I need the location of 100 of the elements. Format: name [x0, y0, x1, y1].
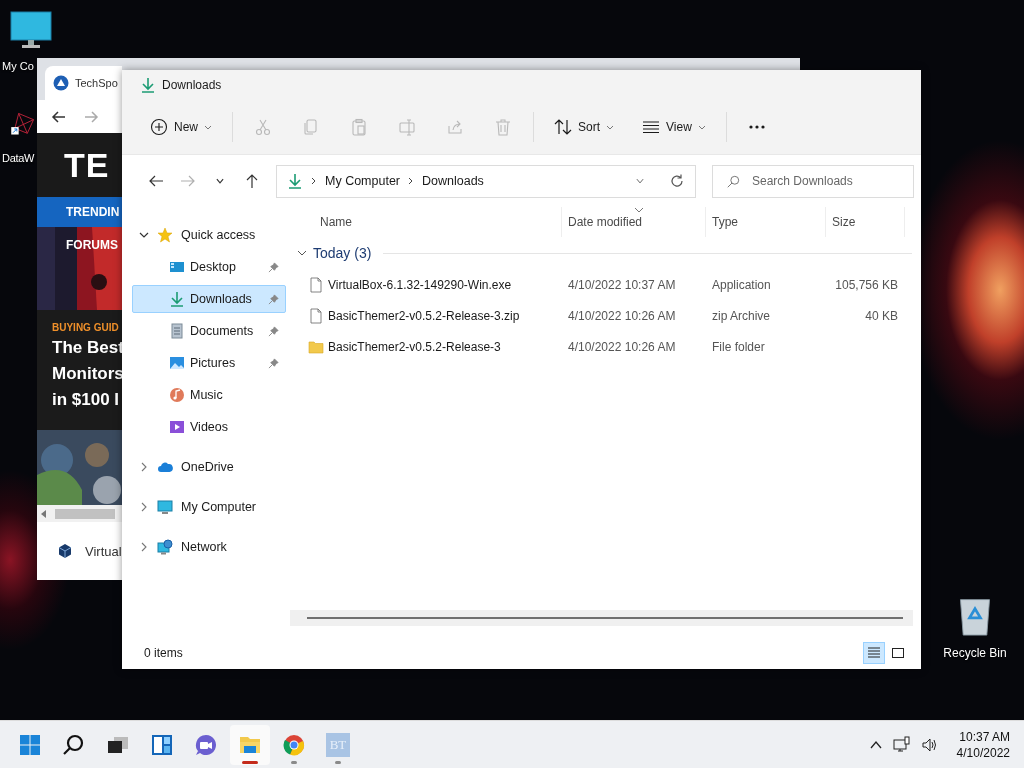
- windows-logo-icon: [18, 732, 42, 757]
- download-item[interactable]: Virtual: [85, 543, 122, 559]
- desktop-icon-label[interactable]: My Co: [2, 60, 34, 72]
- chevron-icon[interactable]: [297, 248, 307, 258]
- date-cell: 4/10/2022 10:37 AM: [568, 277, 676, 292]
- back-icon[interactable]: [51, 108, 67, 125]
- caret-icon: [204, 124, 212, 130]
- desktop-icon-label[interactable]: Recycle Bin: [943, 646, 1007, 660]
- details-view-button[interactable]: [863, 641, 885, 664]
- pin-icon[interactable]: [268, 325, 279, 337]
- sidebar-item[interactable]: Documents: [132, 317, 286, 345]
- chevron-icon[interactable]: [139, 230, 149, 240]
- horizontal-scrollbar[interactable]: [37, 505, 122, 522]
- caret-icon: [215, 176, 225, 186]
- site-logo[interactable]: TE: [37, 133, 122, 197]
- search-icon: [62, 732, 86, 757]
- sidebar-item[interactable]: Downloads: [132, 285, 286, 313]
- new-button[interactable]: New: [142, 109, 220, 145]
- widgets-icon: [150, 732, 174, 757]
- back-arrow-icon: [148, 173, 164, 189]
- search-field[interactable]: Search Downloads: [712, 164, 914, 198]
- browser-tab[interactable]: TechSpo: [45, 66, 122, 100]
- sidebar-item[interactable]: Desktop: [132, 253, 286, 281]
- video-icon: [169, 419, 185, 435]
- file-name[interactable]: BasicThemer2-v0.5.2-Release-3.zip: [328, 308, 520, 323]
- size-cell: 40 KB: [865, 308, 898, 323]
- sidebar-item[interactable]: Pictures: [132, 349, 286, 377]
- view-button[interactable]: View: [634, 109, 714, 145]
- monitor-icon: [157, 499, 173, 515]
- download-icon: [287, 173, 303, 189]
- file-name[interactable]: VirtualBox-6.1.32-149290-Win.exe: [328, 277, 512, 292]
- caret-icon: [606, 124, 615, 130]
- pin-icon[interactable]: [268, 357, 279, 369]
- download-icon: [140, 77, 156, 93]
- date-cell: 4/10/2022 10:26 AM: [568, 308, 676, 323]
- breadcrumb-item[interactable]: Downloads: [422, 174, 484, 188]
- desktop-icon: [169, 259, 185, 275]
- type-cell: File folder: [712, 339, 765, 354]
- site-nav-link[interactable]: TRENDIN: [66, 205, 120, 219]
- size-cell: 105,756 KB: [835, 277, 898, 292]
- clock[interactable]: 10:37 AM 4/10/2022: [956, 728, 1010, 761]
- running-indicator: [291, 760, 297, 764]
- file-icon: [308, 276, 324, 293]
- status-text: 0 items: [144, 645, 183, 660]
- site-logo-icon: [53, 75, 69, 91]
- up-arrow-icon: [244, 173, 260, 189]
- type-cell: zip Archive: [712, 308, 771, 323]
- video-chat-icon: [194, 732, 218, 757]
- date-cell: 4/10/2022 10:26 AM: [568, 339, 676, 354]
- address-bar[interactable]: My Computer Downloads: [276, 164, 696, 198]
- cube-icon: [57, 543, 73, 559]
- file-icon: [308, 307, 324, 324]
- folder-app-button[interactable]: [230, 724, 270, 765]
- search-icon: [726, 174, 740, 189]
- sort-caret-icon: [634, 207, 644, 213]
- tiles-icon: [891, 645, 905, 660]
- window-title: Downloads: [162, 78, 222, 92]
- network-icon[interactable]: [892, 735, 911, 754]
- monitor-icon[interactable]: [10, 10, 52, 50]
- sidebar-item[interactable]: Network: [132, 533, 286, 561]
- site-nav-link[interactable]: FORUMS: [66, 238, 118, 252]
- chevron-icon: [311, 177, 317, 185]
- details-icon: [867, 645, 881, 660]
- group-header[interactable]: Today (3): [313, 245, 372, 261]
- refresh-icon[interactable]: [669, 173, 685, 189]
- column-header[interactable]: Type: [706, 207, 826, 237]
- file-name[interactable]: BasicThemer2-v0.5.2-Release-3: [328, 339, 501, 354]
- sidebar-item[interactable]: My Computer: [132, 493, 286, 521]
- sidebar-item[interactable]: OneDrive: [132, 453, 286, 481]
- caret-icon: [697, 124, 706, 130]
- sidebar-item[interactable]: Quick access: [132, 221, 286, 249]
- desktop-icon-label[interactable]: DataW: [2, 152, 35, 164]
- article-category[interactable]: BUYING GUID: [52, 322, 122, 333]
- sort-button[interactable]: Sort: [546, 109, 623, 145]
- browser-logo-icon: [282, 732, 306, 757]
- type-cell: Application: [712, 277, 771, 292]
- pin-icon[interactable]: [268, 293, 279, 305]
- folder-icon: [308, 338, 324, 355]
- column-header[interactable]: Date modified: [562, 207, 706, 237]
- column-header[interactable]: Size: [826, 207, 905, 237]
- forward-icon[interactable]: [83, 108, 99, 125]
- dropdown-icon[interactable]: [635, 176, 645, 186]
- forward-arrow-icon: [180, 173, 196, 189]
- column-header[interactable]: Name: [290, 207, 562, 237]
- horizontal-scrollbar[interactable]: [290, 610, 913, 626]
- sidebar-item[interactable]: Videos: [132, 413, 286, 441]
- running-indicator: [242, 760, 258, 764]
- breadcrumb-item[interactable]: My Computer: [325, 174, 401, 188]
- pin-icon[interactable]: [268, 261, 279, 273]
- download-icon: [169, 291, 185, 307]
- chevron-icon: [408, 177, 415, 185]
- sidebar-item[interactable]: Music: [132, 381, 286, 409]
- article-headline[interactable]: The Best Monitors in $100 I: [52, 335, 122, 413]
- running-indicator: [335, 760, 341, 764]
- document-icon: [169, 323, 185, 339]
- picture-icon: [169, 355, 185, 371]
- music-icon: [169, 387, 185, 403]
- star-icon: [157, 227, 173, 243]
- scroll-arrow-icon[interactable]: [41, 509, 47, 518]
- network-icon: [157, 539, 173, 555]
